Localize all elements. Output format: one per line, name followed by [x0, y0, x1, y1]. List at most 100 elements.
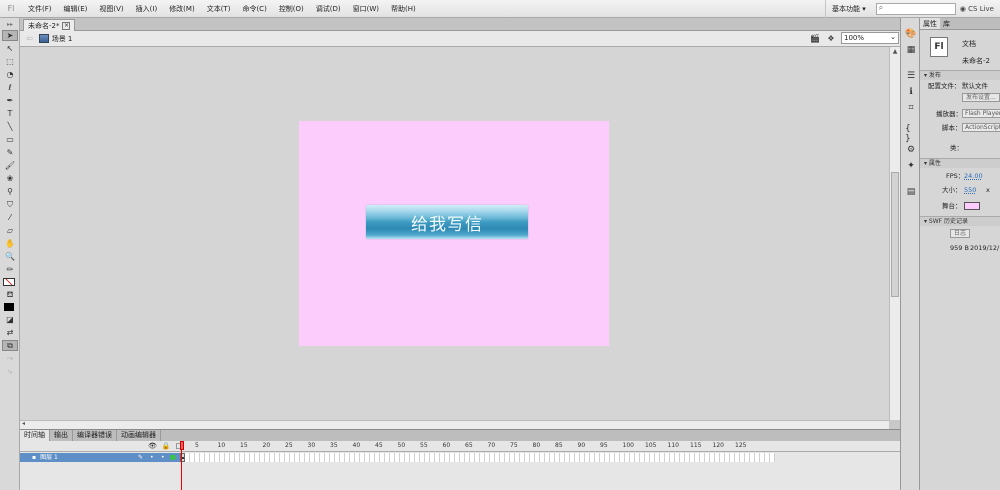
frame-strip[interactable] — [180, 453, 775, 462]
swatches-panel-icon[interactable]: ▦ — [905, 44, 917, 56]
history-panel-icon[interactable]: ▤ — [905, 186, 917, 198]
menu-debug[interactable]: 调试(D) — [310, 0, 347, 18]
fill-color-icon[interactable]: ⛾ — [2, 289, 18, 300]
workspace-switcher[interactable]: 基本功能 ▾ — [825, 0, 872, 18]
vertical-scrollbar[interactable]: ▲ — [889, 47, 900, 420]
scene-label[interactable]: 场景 1 — [52, 34, 73, 44]
selection-tool-icon[interactable]: ➤ — [2, 30, 18, 41]
log-button[interactable]: 日志 — [950, 229, 971, 238]
zoom-select[interactable]: 100% ⌄ — [841, 32, 899, 44]
frame-tick-label: 20 — [262, 442, 271, 449]
lock-dot-icon[interactable]: • — [161, 453, 165, 462]
visibility-dot-icon[interactable]: • — [150, 453, 154, 462]
bone-tool-icon[interactable]: ⚲ — [2, 186, 18, 197]
swf-history-section-header[interactable]: ▾ SWF 历史记录 — [920, 216, 1000, 226]
lock-icon[interactable]: 🔒 — [162, 441, 171, 452]
menu-file[interactable]: 文件(F) — [22, 0, 58, 18]
rectangle-tool-icon[interactable]: ▭ — [2, 134, 18, 145]
swf-size: 959 B — [950, 244, 969, 252]
menu-control[interactable]: 控制(O) — [273, 0, 310, 18]
stroke-color-swatch[interactable] — [3, 278, 15, 286]
menu-commands[interactable]: 命令(C) — [236, 0, 272, 18]
swap-colors-icon[interactable]: ⇄ — [2, 327, 18, 338]
text-tool-icon[interactable]: T — [2, 108, 18, 119]
pen-tool-icon[interactable]: ✒ — [2, 95, 18, 106]
show-hide-icon[interactable]: 👁 — [148, 441, 157, 452]
size-width-value[interactable]: 550 — [964, 184, 976, 196]
eyedropper-tool-icon[interactable]: ⁄ — [2, 212, 18, 223]
menu-text[interactable]: 文本(T) — [201, 0, 237, 18]
tab-compiler-errors[interactable]: 编译器错误 — [73, 430, 117, 441]
properties-panel: 属性 库 Fl 文档 未命名-2 ▾ 发布 配置文件： 默认文件 发布设置...… — [920, 18, 1000, 490]
outline-square-icon[interactable]: ■ — [170, 453, 176, 462]
script-select[interactable]: ActionScript — [962, 123, 1000, 132]
frame-tick-label: 125 — [735, 442, 747, 449]
tab-library[interactable]: 库 — [940, 18, 953, 29]
playhead-handle[interactable] — [180, 441, 184, 450]
menu-modify[interactable]: 修改(M) — [163, 0, 201, 18]
menu-window[interactable]: 窗口(W) — [347, 0, 385, 18]
deco-tool-icon[interactable]: ❀ — [2, 173, 18, 184]
brush-tool-icon[interactable]: 🖌 — [2, 160, 18, 171]
horizontal-scrollbar[interactable]: ◂ — [20, 420, 889, 429]
menu-insert[interactable]: 插入(I) — [130, 0, 164, 18]
publish-section-header[interactable]: ▾ 发布 — [920, 70, 1000, 80]
pasteboard[interactable]: 给我写信 — [20, 47, 889, 420]
zoom-tool-icon[interactable]: 🔍 — [2, 251, 18, 262]
color-panel-icon[interactable]: 🎨 — [905, 28, 917, 40]
eraser-tool-icon[interactable]: ▱ — [2, 225, 18, 236]
subselection-tool-icon[interactable]: ↖ — [2, 43, 18, 54]
tab-properties[interactable]: 属性 — [920, 18, 940, 29]
3d-rotation-tool-icon[interactable]: ◔ — [2, 69, 18, 80]
vertical-scroll-thumb[interactable] — [891, 172, 899, 297]
lasso-tool-icon[interactable]: ℓ — [2, 82, 18, 93]
stroke-color-icon[interactable]: ✏ — [2, 264, 18, 275]
menu-edit[interactable]: 编辑(E) — [58, 0, 94, 18]
properties-section-header[interactable]: ▾ 属性 — [920, 158, 1000, 168]
timeline-panel: 👁 🔒 □ 1510152025303540455055606570758085… — [20, 441, 900, 490]
snap-to-objects-icon[interactable]: ⧉ — [2, 340, 18, 351]
back-arrow-icon[interactable]: ⇦ — [26, 34, 33, 43]
fps-value[interactable]: 24.00 — [964, 170, 983, 182]
layer-name: 图层 1 — [40, 454, 58, 461]
publish-settings-button[interactable]: 发布设置... — [962, 93, 1000, 102]
straighten-icon[interactable]: ⤷ — [2, 366, 18, 377]
align-panel-icon[interactable]: ☰ — [905, 70, 917, 82]
free-transform-tool-icon[interactable]: ⬚ — [2, 56, 18, 67]
tab-output[interactable]: 输出 — [50, 430, 73, 441]
menu-help[interactable]: 帮助(H) — [385, 0, 422, 18]
document-tab[interactable]: 未命名-2* × — [23, 19, 76, 31]
fill-color-swatch[interactable] — [4, 303, 14, 311]
edit-scene-icon[interactable]: 🎬 — [809, 32, 821, 44]
layer-row[interactable]: ▪ 图层 1 ✎ • • ■ — [20, 453, 900, 462]
stage-color-swatch[interactable] — [964, 202, 980, 210]
playhead[interactable] — [180, 441, 184, 490]
pencil-tool-icon[interactable]: ✎ — [2, 147, 18, 158]
player-select[interactable]: Flash Player — [962, 109, 1000, 118]
playhead-line — [181, 450, 182, 490]
tab-timeline[interactable]: 时间轴 — [20, 430, 50, 441]
frame-ruler[interactable]: 1510152025303540455055606570758085909510… — [180, 441, 775, 452]
components-panel-icon[interactable]: ⚙ — [905, 144, 917, 156]
close-icon[interactable]: × — [62, 21, 71, 30]
smooth-icon[interactable]: ⤳ — [2, 353, 18, 364]
scroll-left-icon[interactable]: ◂ — [22, 420, 25, 427]
search-input[interactable]: ⌕ — [875, 2, 956, 15]
code-snippets-icon[interactable]: { } — [905, 124, 917, 144]
tab-motion-editor[interactable]: 动画编辑器 — [117, 430, 161, 441]
menu-view[interactable]: 视图(V) — [93, 0, 129, 18]
transform-panel-icon[interactable]: ⌗ — [905, 102, 917, 114]
cs-live-button[interactable]: ◉ CS Live — [960, 5, 1000, 13]
edit-symbols-icon[interactable]: ❖ — [825, 32, 837, 44]
app-icon: Fl — [7, 4, 15, 13]
button-symbol[interactable]: 给我写信 — [366, 205, 528, 239]
motion-presets-icon[interactable]: ✦ — [905, 160, 917, 172]
stage[interactable]: 给我写信 — [299, 121, 609, 346]
black-white-icon[interactable]: ◪ — [2, 314, 18, 325]
hand-tool-icon[interactable]: ✋ — [2, 238, 18, 249]
layer-name-cell[interactable]: ▪ 图层 1 ✎ • • ■ — [20, 453, 180, 462]
paint-bucket-tool-icon[interactable]: ⛉ — [2, 199, 18, 210]
scroll-up-icon[interactable]: ▲ — [890, 47, 900, 57]
line-tool-icon[interactable]: ╲ — [2, 121, 18, 132]
info-panel-icon[interactable]: ℹ — [905, 86, 917, 98]
